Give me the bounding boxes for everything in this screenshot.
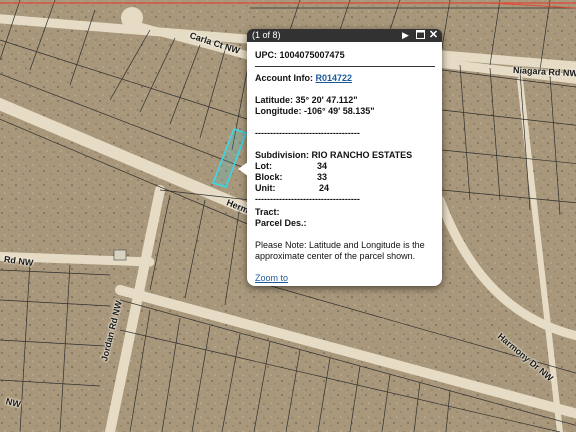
longitude-text: Longitude: -106° 49' 58.135" bbox=[255, 106, 375, 116]
account-info-label: Account Info: bbox=[255, 73, 316, 83]
tract-text: Tract: bbox=[255, 207, 280, 217]
subdivision-text: Subdivision: RIO RANCHO ESTATES bbox=[255, 150, 413, 160]
popup-body: UPC: 1004075007475 Account Info: R014722… bbox=[247, 42, 442, 284]
parcel-des-text: Parcel Des.: bbox=[255, 218, 307, 228]
structure bbox=[113, 249, 127, 261]
popup-header: (1 of 8) ▶ ✕ bbox=[247, 29, 442, 42]
parcel-info-popup: (1 of 8) ▶ ✕ UPC: 1004075007475 Account … bbox=[238, 29, 442, 286]
account-info-link[interactable]: R014722 bbox=[316, 73, 353, 83]
close-icon[interactable]: ✕ bbox=[428, 30, 439, 41]
note-text: Please Note: Latitude and Longitude is t… bbox=[255, 240, 425, 261]
block-value: 33 bbox=[317, 172, 328, 182]
block-row: Block: 33 bbox=[255, 172, 435, 183]
unit-label: Unit: bbox=[255, 183, 276, 193]
lot-value: 34 bbox=[317, 161, 328, 171]
popup-counter: (1 of 8) bbox=[252, 30, 281, 40]
popup-pointer bbox=[238, 162, 248, 176]
upc-text: UPC: 1004075007475 bbox=[255, 50, 345, 60]
account-info-row: Account Info: R014722 bbox=[255, 73, 435, 84]
zoom-to-link[interactable]: Zoom to bbox=[255, 273, 435, 284]
popup-rule bbox=[255, 66, 435, 67]
latitude-text: Latitude: 35° 20' 47.112" bbox=[255, 95, 358, 105]
separator-1: ----------------------------------- bbox=[255, 128, 360, 138]
cul-de-sac bbox=[121, 7, 143, 29]
unit-value: 24 bbox=[319, 183, 330, 193]
maximize-icon[interactable] bbox=[415, 30, 426, 41]
next-feature-icon[interactable]: ▶ bbox=[400, 30, 411, 41]
block-label: Block: bbox=[255, 172, 283, 182]
unit-row: Unit: 24 bbox=[255, 183, 435, 194]
lot-row: Lot: 34 bbox=[255, 161, 435, 172]
separator-2: ----------------------------------- bbox=[255, 194, 360, 204]
lot-label: Lot: bbox=[255, 161, 272, 171]
